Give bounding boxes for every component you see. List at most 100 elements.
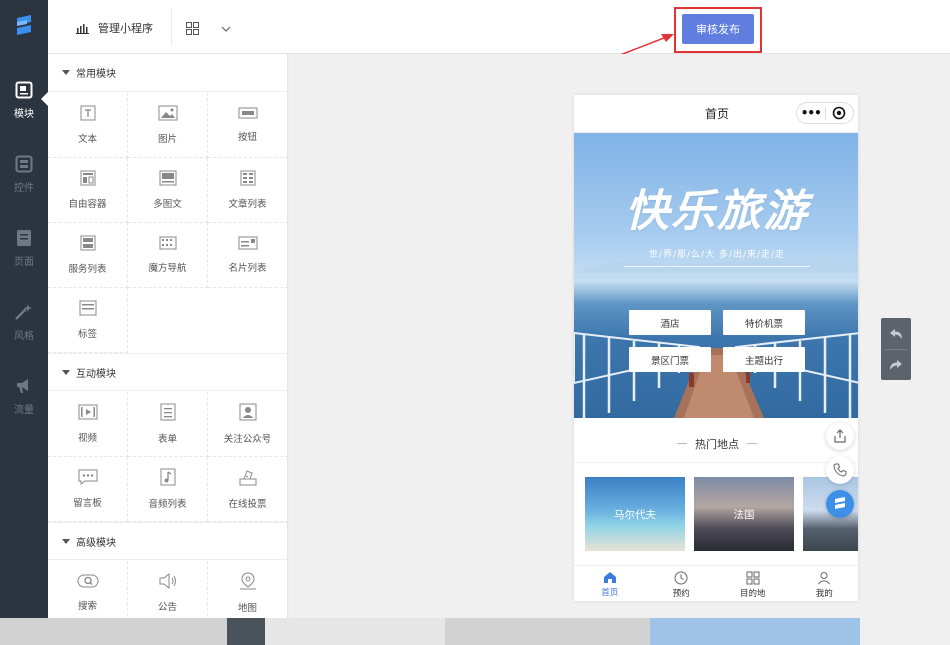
module-multi-image-text[interactable]: 多图文 (128, 158, 208, 223)
module-announcement[interactable]: 公告 (128, 561, 208, 618)
tab-destination[interactable]: 目的地 (717, 566, 789, 601)
rail-item-widget[interactable]: 控件 (0, 144, 48, 204)
tag-icon (79, 300, 96, 316)
follow-account-icon (239, 403, 256, 421)
tab-label: 我的 (815, 588, 833, 599)
module-map[interactable]: 地图 (208, 561, 287, 618)
place-card-maldives[interactable]: 马尔代夫 (585, 477, 685, 551)
place-card-france[interactable]: 法国 (694, 477, 794, 551)
module-card-list[interactable]: 名片列表 (208, 223, 287, 288)
redo-button[interactable] (881, 349, 911, 380)
rail-label: 风格 (14, 330, 34, 342)
app-logo (0, 0, 48, 54)
tab-booking[interactable]: 预约 (646, 566, 718, 601)
module-label: 在线投票 (228, 499, 267, 510)
banner-button-theme-travel[interactable]: 主题出行 (723, 347, 805, 372)
module-form[interactable]: 表单 (128, 392, 208, 457)
video-icon (78, 404, 97, 420)
phone-icon (833, 463, 847, 477)
module-label: 公告 (157, 602, 177, 613)
brand-float-button[interactable] (826, 490, 854, 518)
module-label: 服务列表 (68, 264, 107, 275)
grid-icon (746, 571, 760, 584)
module-cube-nav[interactable]: 魔方导航 (128, 223, 208, 288)
module-label: 表单 (157, 434, 177, 445)
left-nav-rail: 模块 控件 页面 风格 流量 (0, 0, 48, 618)
module-service-list[interactable]: 服务列表 (48, 223, 128, 288)
banner-button-hotel[interactable]: 酒店 (629, 310, 711, 335)
module-button[interactable]: 按钮 (208, 93, 287, 158)
article-list-icon (240, 170, 255, 186)
undo-button[interactable] (881, 318, 911, 349)
module-label: 魔方导航 (148, 263, 187, 274)
page-title: 首页 (704, 107, 729, 121)
banner-button-tickets[interactable]: 景区门票 (629, 347, 711, 372)
multi-image-text-icon (159, 170, 176, 186)
module-vote[interactable]: 在线投票 (208, 457, 287, 522)
map-pin-icon (239, 572, 256, 590)
vote-icon (239, 470, 256, 486)
mini-program-capsule[interactable]: ••• (796, 102, 854, 124)
more-dots-icon[interactable]: ••• (797, 106, 825, 120)
banner-subtitle: 世/界/那/么/大 多/出/来/走/走 (624, 247, 810, 267)
module-container[interactable]: 自由容器 (48, 158, 128, 223)
module-label: 视频 (77, 433, 97, 444)
module-label: 名片列表 (228, 263, 267, 274)
collapse-triangle-icon (62, 369, 70, 375)
module-article-list[interactable]: 文章列表 (208, 158, 287, 223)
module-search[interactable]: 搜索 (48, 561, 128, 618)
module-message-board[interactable]: 留言板 (48, 457, 128, 522)
module-icon (15, 81, 33, 98)
rail-label: 流量 (14, 404, 34, 416)
module-audio-list[interactable]: 音频列表 (128, 457, 208, 522)
clock-icon (674, 571, 688, 584)
section-header-interactive[interactable]: 互动模块 (48, 353, 287, 391)
share-float-button[interactable] (826, 422, 854, 450)
rail-item-traffic[interactable]: 流量 (0, 366, 48, 426)
module-label: 按钮 (237, 132, 257, 143)
rail-item-page[interactable]: 页面 (0, 218, 48, 278)
card-list-icon (238, 236, 257, 250)
module-tag[interactable]: 标签 (48, 288, 128, 353)
manage-mini-program-link[interactable]: 管理小程序 (76, 20, 153, 36)
section-title: 互动模块 (76, 368, 116, 380)
style-wand-icon (15, 303, 32, 320)
section-header-advanced[interactable]: 高级模块 (48, 522, 287, 560)
section-header-common[interactable]: 常用模块 (48, 54, 287, 92)
collapse-triangle-icon (62, 70, 70, 75)
widget-icon (15, 155, 33, 172)
share-icon (834, 429, 846, 443)
banner-title: 快乐旅游 (625, 186, 809, 237)
tab-mine[interactable]: 我的 (789, 566, 859, 601)
module-label: 文本 (77, 134, 97, 145)
phone-call-float-button[interactable] (826, 456, 854, 484)
banner-button-flights[interactable]: 特价机票 (723, 310, 805, 335)
phone-tab-bar: 首页 预约 目的地 我的 (574, 565, 859, 601)
module-text[interactable]: 文本 (48, 93, 128, 158)
bar-chart-icon (76, 24, 89, 34)
undo-redo-panel (881, 318, 911, 380)
place-label: 马尔代夫 (614, 508, 656, 521)
divider (677, 443, 687, 444)
peek-white-block (860, 618, 950, 645)
close-target-icon[interactable] (826, 106, 854, 120)
module-video[interactable]: 视频 (48, 392, 128, 457)
brand-logo-icon (17, 15, 31, 35)
module-follow-account[interactable]: 关注公众号 (208, 392, 287, 457)
tab-label: 目的地 (739, 588, 766, 599)
user-icon (818, 571, 831, 584)
service-list-icon (80, 235, 95, 251)
section-title: 高级模块 (76, 537, 116, 549)
apps-switcher[interactable] (186, 22, 231, 35)
image-icon (158, 105, 177, 121)
chevron-down-icon (221, 26, 231, 32)
module-image[interactable]: 图片 (128, 93, 208, 158)
module-label: 地图 (237, 603, 257, 614)
module-label: 自由容器 (68, 199, 107, 210)
tab-home[interactable]: 首页 (574, 566, 646, 601)
rail-label: 模块 (14, 108, 34, 120)
module-label: 音频列表 (148, 499, 187, 510)
review-publish-button[interactable]: 审核发布 (682, 14, 754, 44)
search-icon (77, 574, 98, 588)
rail-item-style[interactable]: 风格 (0, 292, 48, 352)
